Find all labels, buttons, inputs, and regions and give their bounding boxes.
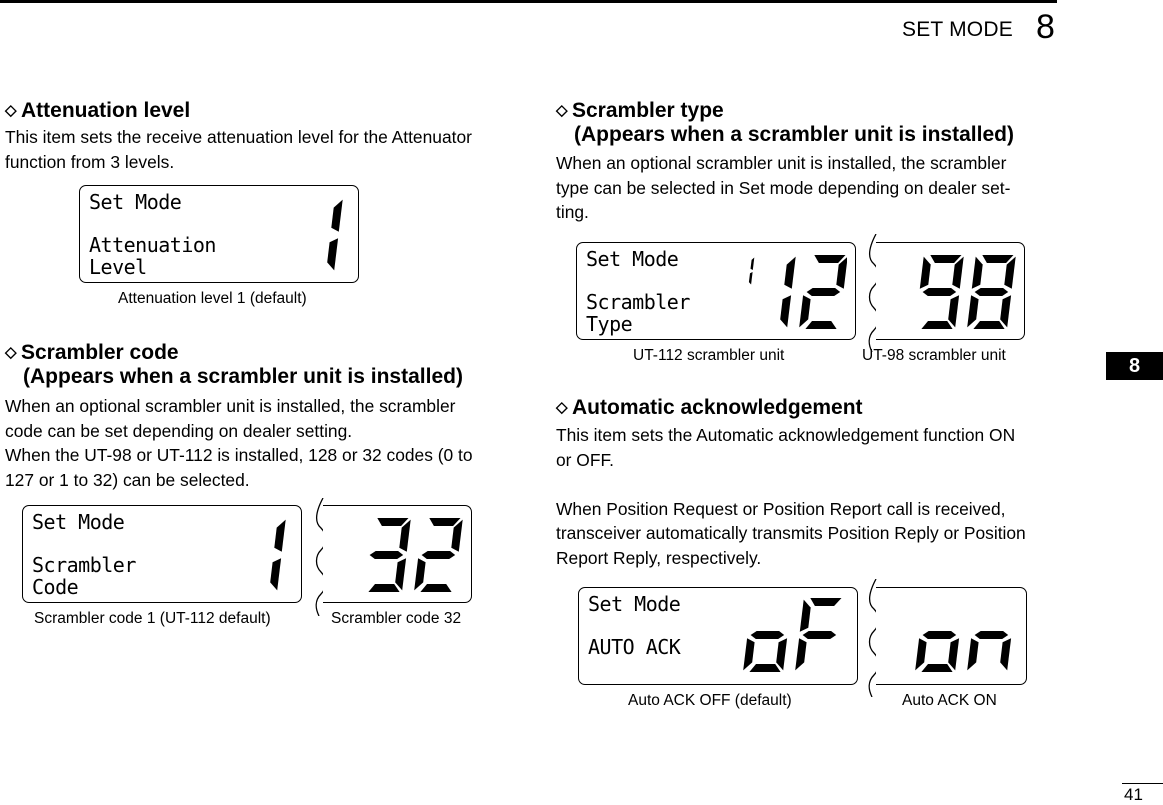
- lcd-line1: Set Mode: [89, 190, 182, 214]
- segment-d: [805, 321, 837, 329]
- segment-a: [429, 518, 461, 526]
- lcd-auto-ack-alt: [876, 587, 1027, 685]
- segment-d: [921, 664, 953, 672]
- lcd-line1: Set Mode: [586, 247, 679, 271]
- scrambler-type-body: When an optional scrambler unit is insta…: [556, 153, 1011, 222]
- segment-c: [327, 238, 339, 271]
- lcd-value: [919, 255, 1016, 329]
- lcd-value: [327, 199, 343, 271]
- segment-b: [331, 199, 343, 232]
- segment-e: [795, 638, 807, 671]
- segment-b: [274, 519, 286, 552]
- segment-d: [368, 584, 400, 592]
- segment-e: [743, 638, 755, 671]
- segment-e: [915, 638, 927, 671]
- segment-c: [270, 558, 282, 591]
- diamond-icon: ◇: [5, 344, 17, 361]
- lcd-attenuation: Set Mode Attenuation Level: [79, 185, 359, 283]
- section-title: SET MODE: [902, 18, 1013, 41]
- scrambler-code-alt-caption: Scrambler code 32: [331, 610, 462, 627]
- segment-d: [973, 321, 1005, 329]
- segment-f: [919, 256, 931, 289]
- segment-b: [784, 256, 796, 289]
- segment-g: [922, 631, 957, 639]
- lcd-scrambler-code: Set Mode Scrambler Code: [22, 505, 302, 603]
- segment-g: [922, 288, 957, 296]
- attenuation-heading: ◇ Attenuation level: [5, 99, 191, 122]
- segment-c: [948, 638, 960, 671]
- page-number: 41: [1124, 785, 1143, 804]
- scrambler-code-body: When an optional scrambler unit is insta…: [5, 396, 473, 490]
- segment-f: [799, 599, 811, 632]
- segment-a: [930, 255, 962, 263]
- segment-e: [414, 558, 426, 591]
- lcd-line3: Code: [32, 575, 79, 599]
- segment-a: [377, 518, 409, 526]
- segment-d: [921, 321, 953, 329]
- segment-g: [421, 551, 456, 559]
- attenuation-caption: Attenuation level 1 (default): [118, 290, 307, 307]
- lcd-line3: Type: [586, 312, 633, 336]
- auto-ack-body: This item sets the Automatic acknowledge…: [556, 425, 1026, 568]
- lcd-line1: Set Mode: [32, 510, 125, 534]
- lcd-line2: Scrambler: [32, 553, 136, 577]
- lcd-value: [748, 255, 847, 329]
- diamond-icon: ◇: [556, 102, 568, 119]
- segment-c: [395, 558, 407, 591]
- segment-c: [748, 272, 753, 285]
- segment-b: [750, 257, 755, 270]
- top-rule: [0, 0, 1057, 3]
- segment-c: [948, 295, 960, 328]
- chapter-tab[interactable]: 8: [1106, 352, 1163, 380]
- segment-a: [814, 255, 846, 263]
- segment-e: [799, 295, 811, 328]
- segment-c: [776, 638, 788, 671]
- lcd-scrambler-type: Set Mode Scrambler Type: [576, 242, 856, 340]
- segment-a: [810, 598, 842, 606]
- scrambler-code-heading: ◇ Scrambler code (Appears when a scramble…: [5, 341, 463, 388]
- diamond-icon: ◇: [5, 102, 17, 119]
- segment-g: [974, 631, 1009, 639]
- lcd-line3: Level: [89, 255, 147, 279]
- attenuation-body: This item sets the receive attenuation l…: [5, 127, 472, 172]
- segment-g: [974, 288, 1009, 296]
- scrambler-type-alt-caption: UT-98 scrambler unit: [862, 347, 1006, 364]
- lcd-value: [368, 518, 463, 592]
- scrambler-code-caption: Scrambler code 1 (UT-112 default): [34, 610, 271, 627]
- segment-d: [749, 664, 781, 672]
- lcd-auto-ack: Set Mode AUTO ACK: [578, 587, 858, 685]
- lcd-line2: Attenuation: [89, 233, 216, 257]
- segment-a: [982, 255, 1014, 263]
- segment-c: [1000, 295, 1012, 328]
- scrambler-type-caption: UT-112 scrambler unit: [633, 347, 785, 364]
- segment-f: [971, 256, 983, 289]
- page-number-rule: [1122, 783, 1163, 784]
- segment-g: [369, 551, 404, 559]
- lcd-line1: Set Mode: [588, 592, 681, 616]
- segment-e: [967, 638, 979, 671]
- lcd-value: [743, 598, 842, 672]
- segment-e: [967, 295, 979, 328]
- auto-ack-alt-caption: Auto ACK ON: [902, 692, 997, 709]
- lcd-scrambler-type-alt: [876, 242, 1025, 340]
- lcd-line2: Scrambler: [586, 290, 690, 314]
- segment-d: [420, 584, 452, 592]
- auto-ack-heading: ◇ Automatic acknowledgement: [556, 396, 863, 419]
- segment-g: [802, 631, 837, 639]
- segment-c: [1000, 638, 1012, 671]
- segment-c: [780, 295, 792, 328]
- lcd-line2: AUTO ACK: [588, 635, 681, 659]
- lcd-value: [915, 631, 1012, 672]
- auto-ack-caption: Auto ACK OFF (default): [628, 692, 792, 709]
- lcd-value: [270, 519, 286, 591]
- lcd-scrambler-code-alt: [323, 505, 472, 603]
- segment-g: [806, 288, 841, 296]
- section-number: 8: [1036, 8, 1055, 46]
- scrambler-type-heading: ◇ Scrambler type (Appears when a scramble…: [556, 99, 1014, 146]
- segment-g: [750, 631, 785, 639]
- diamond-icon: ◇: [556, 399, 568, 416]
